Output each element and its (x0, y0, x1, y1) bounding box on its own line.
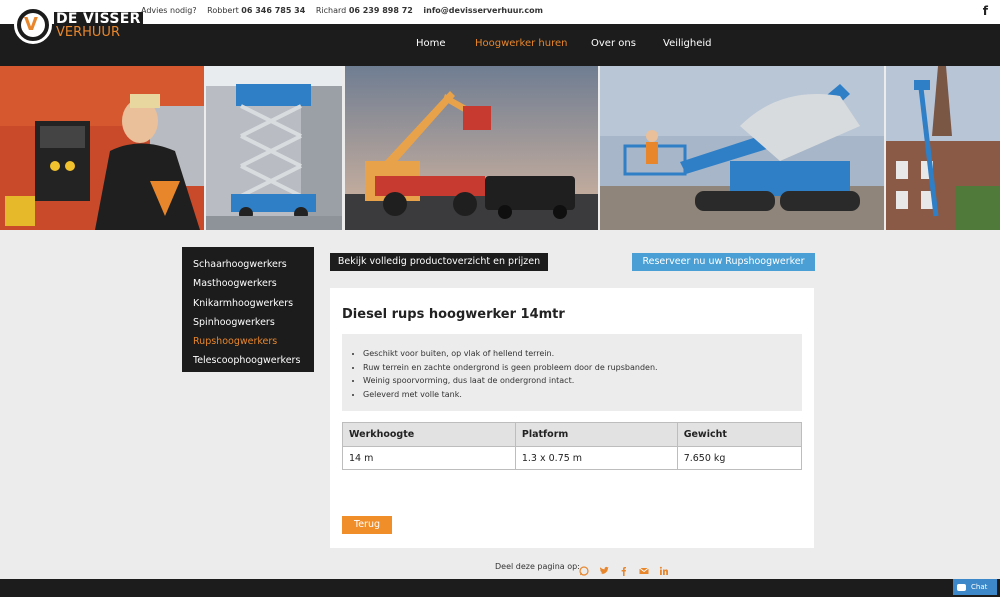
logo-mark: V (14, 6, 52, 44)
sidebar-item-telescoophoogwerkers[interactable]: Telescoophoogwerkers (182, 351, 314, 370)
facebook-icon[interactable] (618, 566, 629, 577)
hero-photo-scissor-lift (206, 66, 342, 230)
table-row: 14 m 1.3 x 0.75 m 7.650 kg (342, 446, 803, 470)
hero-photo-tracked-lift (600, 66, 884, 230)
spec-value-gewicht: 7.650 kg (676, 446, 803, 470)
sidebar-item-knikarmhoogwerkers[interactable]: Knikarmhoogwerkers (182, 294, 314, 313)
feature-item: Geleverd met volle tank. (363, 388, 802, 402)
category-sidebar: Schaarhoogwerkers Masthoogwerkers Knikar… (182, 247, 314, 372)
main-nav: Home Hoogwerker huren Over ons Veilighei… (0, 24, 1000, 66)
sidebar-item-rupshoogwerkers[interactable]: Rupshoogwerkers (182, 332, 314, 351)
nav-home[interactable]: Home (416, 38, 446, 49)
logo-v: V (24, 14, 38, 35)
contact-prefix: Advies nodig? (141, 6, 197, 15)
contact-info: Advies nodig? Robbert 06 346 785 34 Rich… (141, 6, 543, 15)
email-link[interactable]: info@devisserverhuur.com (423, 6, 543, 15)
product-panel: Diesel rups hoogwerker 14mtr Geschikt vo… (330, 288, 814, 548)
nav-veiligheid[interactable]: Veiligheid (663, 38, 712, 49)
chat-label: Chat (971, 583, 988, 591)
hero-photo-church (886, 66, 1000, 230)
chat-button[interactable]: Chat (953, 579, 997, 595)
contact-person-1: Robbert (207, 6, 239, 15)
feature-item: Geschikt voor buiten, op vlak of hellend… (363, 347, 802, 361)
sidebar-item-masthoogwerkers[interactable]: Masthoogwerkers (182, 274, 314, 293)
feature-item: Ruw terrein en zachte ondergrond is geen… (363, 361, 802, 375)
logo[interactable]: V DE VISSER VERHUUR (14, 6, 143, 46)
share-label: Deel deze pagina op: (495, 562, 580, 571)
spec-header-row: Werkhoogte Platform Gewicht (342, 422, 803, 447)
mail-icon[interactable] (638, 566, 649, 577)
spec-value-platform: 1.3 x 0.75 m (514, 446, 678, 470)
linkedin-icon[interactable] (658, 566, 669, 577)
top-contact-bar: Advies nodig? Robbert 06 346 785 34 Rich… (0, 0, 1000, 24)
sidebar-item-schaarhoogwerkers[interactable]: Schaarhoogwerkers (182, 255, 314, 274)
nav-over-ons[interactable]: Over ons (591, 38, 636, 49)
hero-photo-boom-lift (345, 66, 598, 230)
feature-item: Weinig spoorvorming, dus laat de ondergr… (363, 374, 802, 388)
hero-photo-operator (0, 66, 204, 230)
spec-table: Werkhoogte Platform Gewicht 14 m 1.3 x 0… (342, 422, 803, 470)
chat-bubble-icon (957, 583, 966, 591)
nav-hoogwerker-huren[interactable]: Hoogwerker huren (475, 38, 567, 49)
reserve-button[interactable]: Reserveer nu uw Rupshoogwerker (632, 253, 815, 271)
spec-header-gewicht: Gewicht (676, 422, 803, 447)
product-title: Diesel rups hoogwerker 14mtr (342, 307, 565, 322)
back-button[interactable]: Terug (342, 516, 392, 534)
whatsapp-icon[interactable] (578, 566, 589, 577)
spec-header-platform: Platform (514, 422, 678, 447)
contact-person-2: Richard (315, 6, 347, 15)
phone-link-2[interactable]: 06 239 898 72 (349, 6, 413, 15)
footer (0, 579, 1000, 597)
feature-list: Geschikt voor buiten, op vlak of hellend… (342, 334, 802, 411)
twitter-icon[interactable] (598, 566, 609, 577)
facebook-icon[interactable]: f (983, 4, 988, 18)
logo-text-sub: VERHUUR (56, 25, 120, 40)
spec-header-werkhoogte: Werkhoogte (342, 422, 516, 447)
product-overview-button[interactable]: Bekijk volledig productoverzicht en prij… (330, 253, 548, 271)
share-icons (578, 561, 673, 580)
hero-banner (0, 66, 1000, 230)
sidebar-item-spinhoogwerkers[interactable]: Spinhoogwerkers (182, 313, 314, 332)
spec-value-werkhoogte: 14 m (342, 446, 516, 470)
phone-link-1[interactable]: 06 346 785 34 (241, 6, 305, 15)
logo-text-main: DE VISSER (54, 11, 143, 27)
